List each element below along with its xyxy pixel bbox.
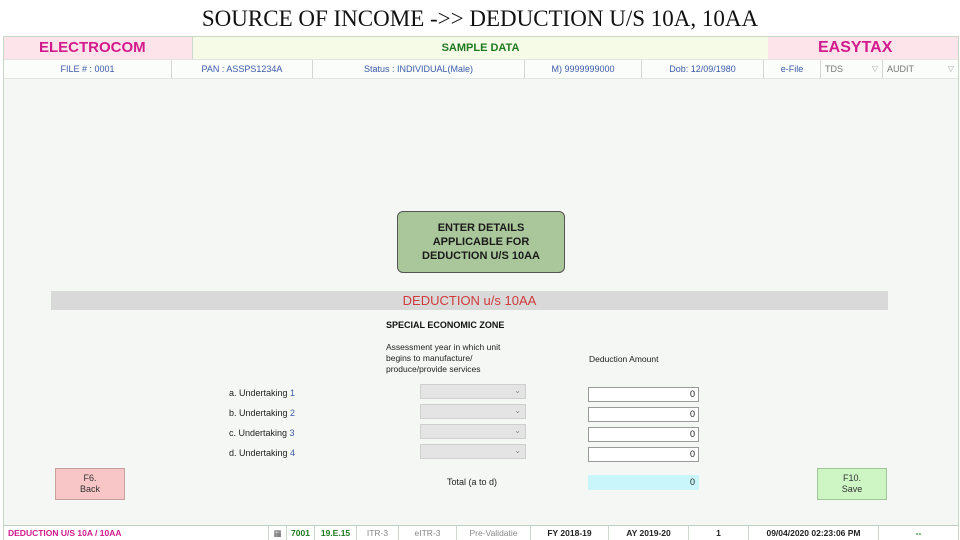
- undertaking-label-text: b. Undertaking: [229, 408, 291, 418]
- undertaking-1-amount-input[interactable]: 0: [588, 387, 699, 402]
- client-info-bar: FILE # : 0001 PAN : ASSPS1234A Status : …: [4, 59, 958, 79]
- total-label: Total (a to d): [447, 477, 498, 487]
- back-button[interactable]: F6. Back: [55, 468, 125, 500]
- tds-dropdown-label: TDS: [825, 64, 843, 74]
- section-title: DEDUCTION u/s 10AA: [51, 291, 888, 310]
- tds-dropdown[interactable]: TDS ▽: [821, 60, 883, 78]
- undertaking-1-year-select[interactable]: ⌄: [420, 384, 526, 399]
- dropdown-arrow-icon: ▽: [871, 64, 878, 73]
- brand-header: ELECTROCOM SAMPLE DATA EASYTAX: [4, 37, 958, 59]
- chevron-down-icon: ⌄: [514, 426, 521, 435]
- status-assessment-year: AY 2019-20: [609, 526, 689, 540]
- back-button-label: Back: [79, 484, 100, 494]
- undertaking-1-label: a. Undertaking 1: [229, 388, 295, 398]
- status-version: 19.E.15: [315, 526, 357, 540]
- status-pre-validation[interactable]: Pre-Validatie: [457, 526, 531, 540]
- audit-dropdown[interactable]: AUDIT ▽: [883, 60, 958, 78]
- status-extra: --: [915, 528, 922, 538]
- undertaking-label-text: d. Undertaking: [229, 448, 291, 458]
- mobile-number: M) 9999999000: [525, 60, 642, 78]
- dropdown-arrow-icon: ▽: [947, 64, 954, 73]
- undertaking-number: 3: [289, 428, 295, 438]
- undertaking-label-text: c. Undertaking: [229, 428, 290, 438]
- undertaking-2-amount-input[interactable]: 0: [588, 407, 699, 422]
- status-eitr-form[interactable]: eITR-3: [399, 526, 457, 540]
- status-financial-year: FY 2018-19: [531, 526, 609, 540]
- instruction-box: ENTER DETAILS APPLICABLE FOR DEDUCTION U…: [397, 211, 565, 273]
- status-itr-form[interactable]: ITR-3: [357, 526, 399, 540]
- save-button-label: Save: [841, 484, 863, 494]
- assessee-status: Status : INDIVIDUAL(Male): [313, 60, 525, 78]
- efile-link[interactable]: e-File: [764, 60, 821, 78]
- undertaking-2-year-select[interactable]: ⌄: [420, 404, 526, 419]
- undertaking-4-year-select[interactable]: ⌄: [420, 444, 526, 459]
- save-button[interactable]: F10. Save: [817, 468, 887, 500]
- back-button-key: F6.: [83, 473, 97, 483]
- status-module-name: DEDUCTION U/S 10A / 10AA: [4, 526, 269, 540]
- status-count: 1: [689, 526, 749, 540]
- main-panel: ENTER DETAILS APPLICABLE FOR DEDUCTION U…: [4, 79, 958, 525]
- app-window: ELECTROCOM SAMPLE DATA EASYTAX FILE # : …: [3, 36, 959, 540]
- undertaking-4-label: d. Undertaking 4: [229, 448, 295, 458]
- pan-number: PAN : ASSPS1234A: [172, 60, 313, 78]
- chevron-down-icon: ⌄: [514, 446, 521, 455]
- undertaking-4-amount-input[interactable]: 0: [588, 447, 699, 462]
- undertaking-number: 1: [290, 388, 296, 398]
- undertaking-label-text: a. Undertaking: [229, 388, 291, 398]
- brand-logo-left: ELECTROCOM: [4, 37, 193, 59]
- slide-title: SOURCE OF INCOME ->> DEDUCTION U/S 10A, …: [201, 6, 759, 31]
- audit-dropdown-label: AUDIT: [887, 64, 914, 74]
- undertaking-number: 2: [290, 408, 296, 418]
- date-of-birth: Dob: 12/09/1980: [642, 60, 764, 78]
- chevron-down-icon: ⌄: [514, 386, 521, 395]
- file-number: FILE # : 0001: [4, 60, 172, 78]
- save-button-key: F10.: [842, 473, 861, 483]
- column-header-assessment-year: Assessment year in which unit begins to …: [386, 342, 501, 374]
- undertaking-number: 4: [290, 448, 296, 458]
- undertaking-3-amount-input[interactable]: 0: [588, 427, 699, 442]
- column-header-deduction-amount: Deduction Amount: [589, 354, 659, 364]
- sample-data-banner: SAMPLE DATA: [193, 37, 768, 59]
- undertaking-3-label: c. Undertaking 3: [229, 428, 295, 438]
- status-bar: DEDUCTION U/S 10A / 10AA ▦ 7001 19.E.15 …: [4, 525, 958, 540]
- brand-logo-right: EASYTAX: [768, 37, 958, 59]
- undertaking-2-label: b. Undertaking 2: [229, 408, 295, 418]
- undertaking-3-year-select[interactable]: ⌄: [420, 424, 526, 439]
- sez-heading: SPECIAL ECONOMIC ZONE: [386, 320, 505, 330]
- total-amount: 0: [588, 475, 699, 490]
- status-code: 7001: [287, 526, 315, 540]
- chevron-down-icon: ⌄: [514, 406, 521, 415]
- status-datetime: 09/04/2020 02:23:06 PM: [749, 526, 879, 540]
- calculator-icon[interactable]: ▦: [269, 526, 287, 540]
